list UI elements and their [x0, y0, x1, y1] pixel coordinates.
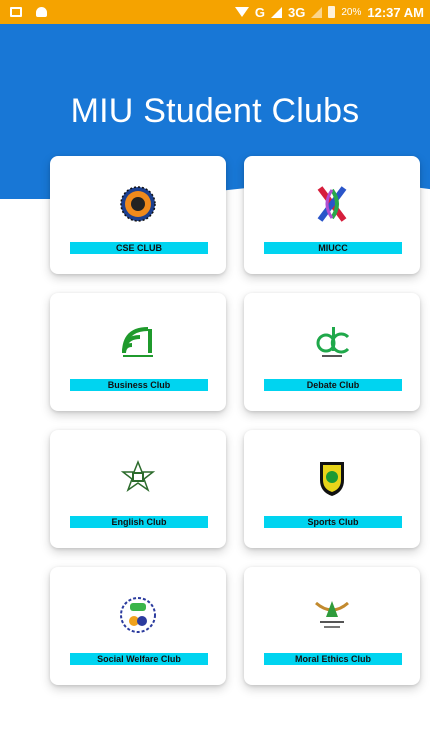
clubs-grid: CSE CLUB MIUCC Business Club Debate Club	[50, 156, 422, 685]
club-card-business[interactable]: Business Club	[50, 293, 226, 411]
gallery-notification-icon	[10, 7, 22, 17]
network-type-3g: 3G	[288, 4, 306, 20]
moral-ethics-club-logo-icon	[315, 601, 349, 628]
social-welfare-club-logo-icon	[120, 597, 156, 633]
club-card-debate[interactable]: Debate Club	[244, 293, 420, 411]
club-label: Debate Club	[264, 379, 402, 391]
signal-icon	[271, 6, 283, 18]
club-label: Moral Ethics Club	[264, 653, 402, 665]
club-card-social-welfare[interactable]: Social Welfare Club	[50, 567, 226, 685]
club-card-cse[interactable]: CSE CLUB	[50, 156, 226, 274]
cse-club-logo-icon	[120, 186, 156, 222]
page-title: MIU Student Clubs	[70, 92, 360, 130]
battery-icon	[328, 6, 336, 18]
club-label: Business Club	[70, 379, 208, 391]
signal-icon-secondary	[311, 6, 323, 18]
english-club-logo-icon	[120, 459, 156, 492]
club-card-english[interactable]: English Club	[50, 430, 226, 548]
club-label: MIUCC	[264, 242, 402, 254]
network-type: G	[254, 4, 266, 20]
club-label: English Club	[70, 516, 208, 528]
club-label: Sports Club	[264, 516, 402, 528]
miucc-logo-icon	[317, 186, 347, 222]
club-card-sports[interactable]: Sports Club	[244, 430, 420, 548]
sports-club-logo-icon	[320, 462, 344, 496]
club-card-miucc[interactable]: MIUCC	[244, 156, 420, 274]
wifi-icon	[234, 7, 249, 17]
club-card-moral-ethics[interactable]: Moral Ethics Club	[244, 567, 420, 685]
android-notification-icon	[36, 7, 47, 17]
business-club-logo-icon	[122, 327, 153, 357]
club-label: CSE CLUB	[70, 242, 208, 254]
debate-club-logo-icon	[316, 327, 350, 357]
status-bar: G 3G 20% 12:37 AM	[0, 0, 430, 24]
clock: 12:37 AM	[367, 4, 424, 20]
club-label: Social Welfare Club	[70, 653, 208, 665]
battery-percent: 20%	[341, 6, 362, 18]
